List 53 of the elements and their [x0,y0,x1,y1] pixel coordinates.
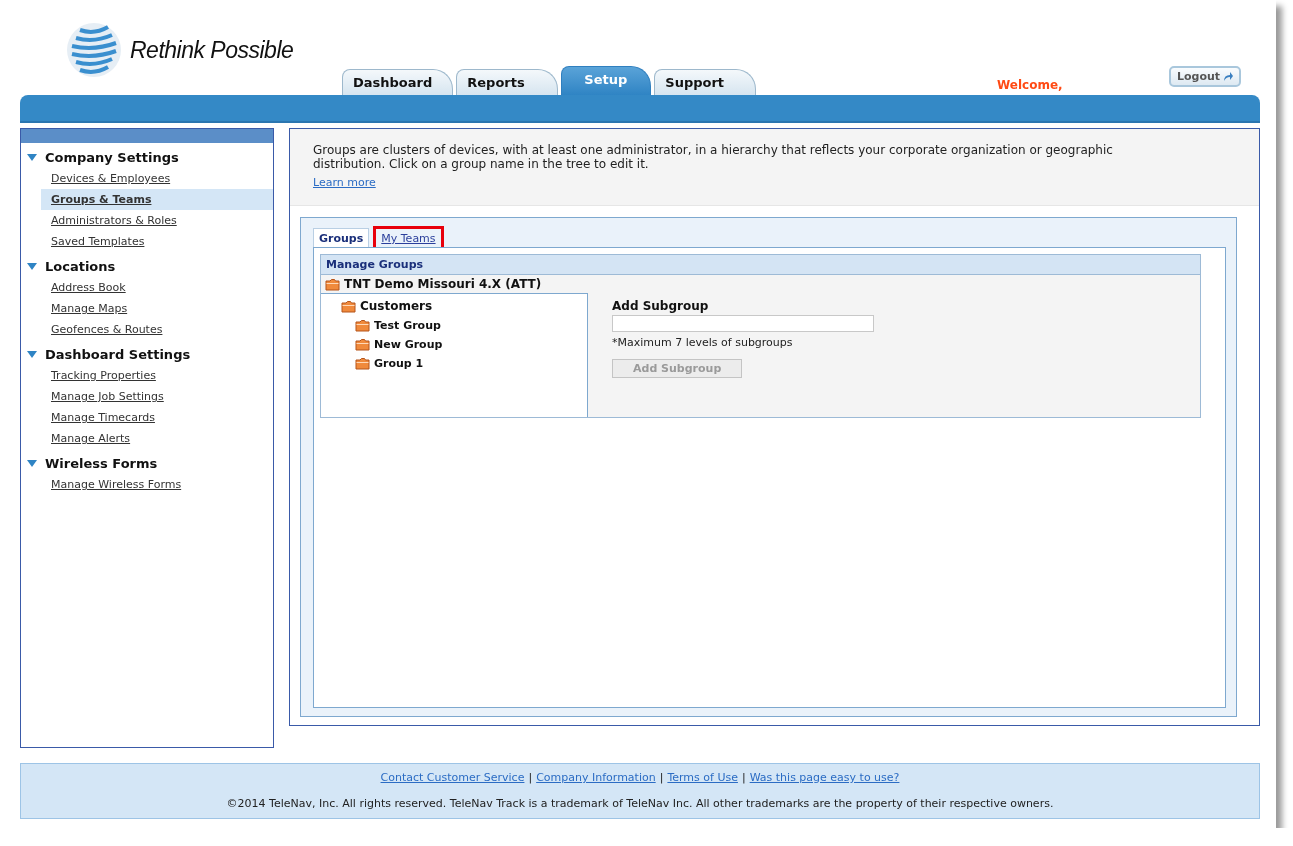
footer-link[interactable]: Terms of Use [667,771,738,784]
nav-tab[interactable]: Dashboard [342,69,454,95]
field-label: Add Subgroup [612,299,710,313]
folder-icon [355,357,370,370]
sidebar-link[interactable]: Tracking Properties [21,365,273,386]
copyright-text: ©2014 TeleNav, Inc. All rights reserved. TeleNav Track is a trademark of TeleNav Inc. All other trademarks are the property of their respective owners. [226,797,1054,810]
section-title: Wireless Forms [45,456,158,471]
tree-node[interactable]: Test Group [374,319,441,332]
panel-title: Manage Groups [321,255,1200,275]
expand-triangle-icon[interactable] [27,460,37,467]
sidebar-link[interactable]: Manage Job Settings [21,386,273,407]
separator: | [741,771,746,784]
nav-tab[interactable]: Reports [456,69,559,95]
sidebar-link[interactable]: Manage Maps [21,298,273,319]
section-title: Dashboard Settings [45,347,191,362]
footer-link[interactable]: Company Information [536,771,656,784]
sidebar-link[interactable]: Groups & Teams [41,189,273,210]
section-title: Company Settings [45,150,179,165]
logo-text: Rethink Possible [130,36,294,64]
tree-node[interactable]: Customers [360,299,433,313]
note-text: *Maximum 7 levels of subgroups [612,336,794,349]
expand-triangle-icon[interactable] [27,351,37,358]
expand-triangle-icon[interactable] [27,154,37,161]
arrow-icon [1223,72,1234,81]
logout-button[interactable]: Logout [1169,66,1242,87]
sidebar-link[interactable]: Devices & Employees [21,168,273,189]
folder-icon [355,338,370,351]
folder-icon [325,277,340,291]
footer-link[interactable]: Contact Customer Service [380,771,525,784]
tree-node[interactable]: TNT Demo Missouri 4.X (ATT) [344,277,542,291]
sidebar-link[interactable]: Manage Timecards [21,407,273,428]
globe-logo-icon [64,22,124,78]
sidebar-link[interactable]: Address Book [21,277,273,298]
welcome-text: Welcome, [997,78,1063,92]
footer-link[interactable]: Was this page easy to use? [749,771,900,784]
sub-tab[interactable]: Groups [313,228,370,247]
intro-text: Groups are clusters of devices, with at least one administrator, in a hierarchy that reflects your corporate organization or geographic distribution. Click on a group name in the tree to edit it. [313,143,1114,171]
learn-more-link[interactable]: Learn more [313,176,376,189]
sidebar-link[interactable]: Administrators & Roles [21,210,273,231]
subgroup-name-field[interactable] [612,315,874,332]
separator: | [528,771,533,784]
section-title: Locations [45,259,116,274]
sidebar-link[interactable]: Saved Templates [21,231,273,252]
tree-node[interactable]: New Group [374,338,443,351]
expand-triangle-icon[interactable] [27,263,37,270]
folder-icon [341,299,356,313]
sidebar-link[interactable]: Manage Wireless Forms [21,474,273,495]
sidebar-link[interactable]: Geofences & Routes [21,319,273,340]
separator: | [659,771,664,784]
tree-node[interactable]: Group 1 [374,357,424,370]
folder-icon [355,319,370,332]
nav-tab[interactable]: Support [654,69,757,95]
sidebar-link[interactable]: Manage Alerts [21,428,273,449]
